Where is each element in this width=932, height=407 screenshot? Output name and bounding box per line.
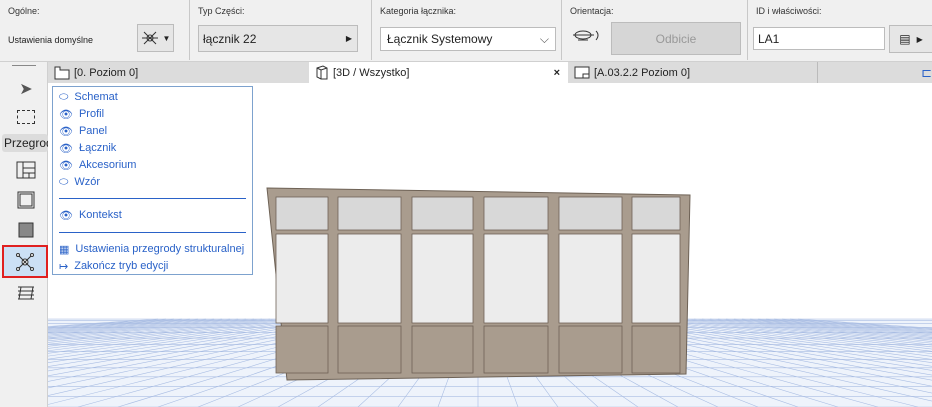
toggle-akcesorium[interactable]: 👁 Akcesorium bbox=[59, 157, 136, 173]
accessory-tool[interactable] bbox=[5, 278, 47, 308]
view-tabs: [0. Poziom 0] [3D / Wszystko] × [A.03.2.… bbox=[48, 62, 932, 83]
left-toolbox: ➤ Przegrod bbox=[0, 62, 48, 407]
part-type-label: Typ Części: bbox=[198, 6, 245, 16]
id-label: ID i właściwości: bbox=[756, 6, 822, 16]
frame-tool[interactable] bbox=[5, 185, 47, 215]
general-value: Ustawienia domyślne bbox=[8, 35, 94, 45]
marquee-icon bbox=[17, 110, 35, 124]
category-value: Łącznik Systemowy bbox=[387, 32, 493, 46]
dropdown-arrow-icon[interactable]: ▼ bbox=[163, 34, 171, 43]
general-section: Ogólne: Ustawienia domyślne ▼ bbox=[0, 0, 190, 60]
tab-floor-plan[interactable]: [0. Poziom 0] bbox=[48, 62, 309, 83]
layout-icon bbox=[574, 66, 590, 79]
curtain-wall-settings-link[interactable]: ▦ Ustawienia przegrody strukturalnej bbox=[59, 241, 244, 257]
category-select[interactable]: Łącznik Systemowy ⌵ bbox=[380, 27, 556, 51]
item-label: Ustawienia przegrody strukturalnej bbox=[75, 243, 245, 255]
category-label: Kategoria łącznika: bbox=[380, 6, 457, 16]
curtain-wall-edit-palette: ⬭ Schemat 👁 Profil 👁 Panel 👁 Łącznik 👁 Akceso… bbox=[52, 86, 253, 275]
part-type-section: Typ Części: łącznik 22 ▶ bbox=[190, 0, 372, 60]
divider bbox=[59, 232, 246, 233]
floor-plan-icon bbox=[54, 66, 70, 79]
tab-label: [3D / Wszystko] bbox=[333, 66, 410, 79]
general-label: Ogólne: bbox=[8, 6, 40, 16]
item-label: Schemat bbox=[74, 91, 118, 103]
connector-icon bbox=[16, 252, 34, 271]
exit-edit-mode-link[interactable]: ↦ Zakończ tryb edycji bbox=[59, 258, 168, 274]
item-label: Łącznik bbox=[78, 142, 117, 154]
item-label: Panel bbox=[78, 125, 108, 137]
id-section: ID i właściwości: LA1 ▤ ▶ bbox=[748, 0, 932, 60]
properties-button[interactable]: ▤ ▶ bbox=[889, 25, 932, 53]
navigator-icon[interactable]: ⊏ bbox=[921, 65, 932, 81]
toggle-lacznik[interactable]: 👁 Łącznik bbox=[59, 140, 116, 156]
document-icon: ▤ bbox=[899, 32, 911, 46]
toggle-profil[interactable]: 👁 Profil bbox=[59, 106, 104, 122]
divider bbox=[59, 198, 246, 199]
settings-grid-icon: ▦ bbox=[59, 243, 70, 256]
junction-tool[interactable] bbox=[2, 245, 48, 278]
pointer-icon: ➤ bbox=[19, 81, 33, 98]
item-label: Akcesorium bbox=[78, 159, 137, 171]
toggle-kontekst[interactable]: 👁 Kontekst bbox=[59, 207, 122, 223]
eye-closed-icon: ⬭ bbox=[59, 90, 69, 103]
item-label: Wzór bbox=[74, 176, 101, 188]
eye-icon: 👁 bbox=[59, 159, 73, 172]
chevron-down-icon: ⌵ bbox=[539, 31, 549, 46]
orientation-section: Orientacja: Odbicie bbox=[562, 0, 748, 60]
scheme-icon bbox=[16, 161, 36, 179]
eye-icon: 👁 bbox=[59, 209, 73, 222]
eye-closed-icon: ⬭ bbox=[59, 175, 69, 188]
curtain-wall-group-label: Przegrod bbox=[2, 134, 48, 152]
id-input[interactable]: LA1 bbox=[753, 27, 885, 50]
accessory-icon bbox=[18, 286, 34, 300]
tab-label: [A.03.2.2 Poziom 0] bbox=[594, 66, 690, 79]
part-type-value: łącznik 22 bbox=[203, 31, 257, 46]
default-settings-button[interactable]: ▼ bbox=[137, 24, 174, 52]
eye-icon: 👁 bbox=[59, 142, 73, 155]
arrow-right-icon: ▶ bbox=[345, 34, 352, 43]
panel-icon bbox=[18, 222, 34, 238]
item-label: Zakończ tryb edycji bbox=[74, 260, 169, 272]
tab-section[interactable]: [A.03.2.2 Poziom 0] bbox=[568, 62, 818, 83]
eye-icon: 👁 bbox=[59, 108, 73, 121]
panel-tool[interactable] bbox=[5, 215, 47, 245]
mirror-orientation-icon bbox=[573, 30, 599, 41]
toggle-panel[interactable]: 👁 Panel bbox=[59, 123, 107, 139]
arrow-tool[interactable]: ➤ bbox=[5, 74, 47, 104]
exit-icon: ↦ bbox=[59, 260, 69, 273]
toggle-wzor[interactable]: ⬭ Wzór bbox=[59, 174, 100, 190]
tab-3d[interactable]: [3D / Wszystko] × bbox=[309, 62, 568, 83]
mirror-button[interactable]: Odbicie bbox=[611, 22, 741, 55]
marquee-tool[interactable] bbox=[5, 102, 47, 132]
tab-label: [0. Poziom 0] bbox=[74, 66, 139, 79]
close-tab-icon[interactable]: × bbox=[554, 67, 560, 79]
arrow-right-icon: ▶ bbox=[916, 34, 923, 44]
scheme-tool[interactable] bbox=[5, 155, 47, 185]
eye-icon: 👁 bbox=[59, 125, 73, 138]
curtain-wall-model bbox=[266, 187, 691, 381]
category-section: Kategoria łącznika: Łącznik Systemowy ⌵ bbox=[372, 0, 562, 60]
toggle-schemat[interactable]: ⬭ Schemat bbox=[59, 89, 118, 105]
info-box-toolbar: Ogólne: Ustawienia domyślne ▼ Typ Części… bbox=[0, 0, 932, 62]
3d-view-icon bbox=[316, 65, 328, 80]
part-type-selector[interactable]: łącznik 22 ▶ bbox=[198, 25, 358, 52]
frame-icon bbox=[17, 191, 35, 209]
item-label: Profil bbox=[78, 108, 105, 120]
connector-icon bbox=[141, 31, 158, 45]
item-label: Kontekst bbox=[78, 209, 122, 221]
orientation-label: Orientacja: bbox=[570, 6, 614, 16]
